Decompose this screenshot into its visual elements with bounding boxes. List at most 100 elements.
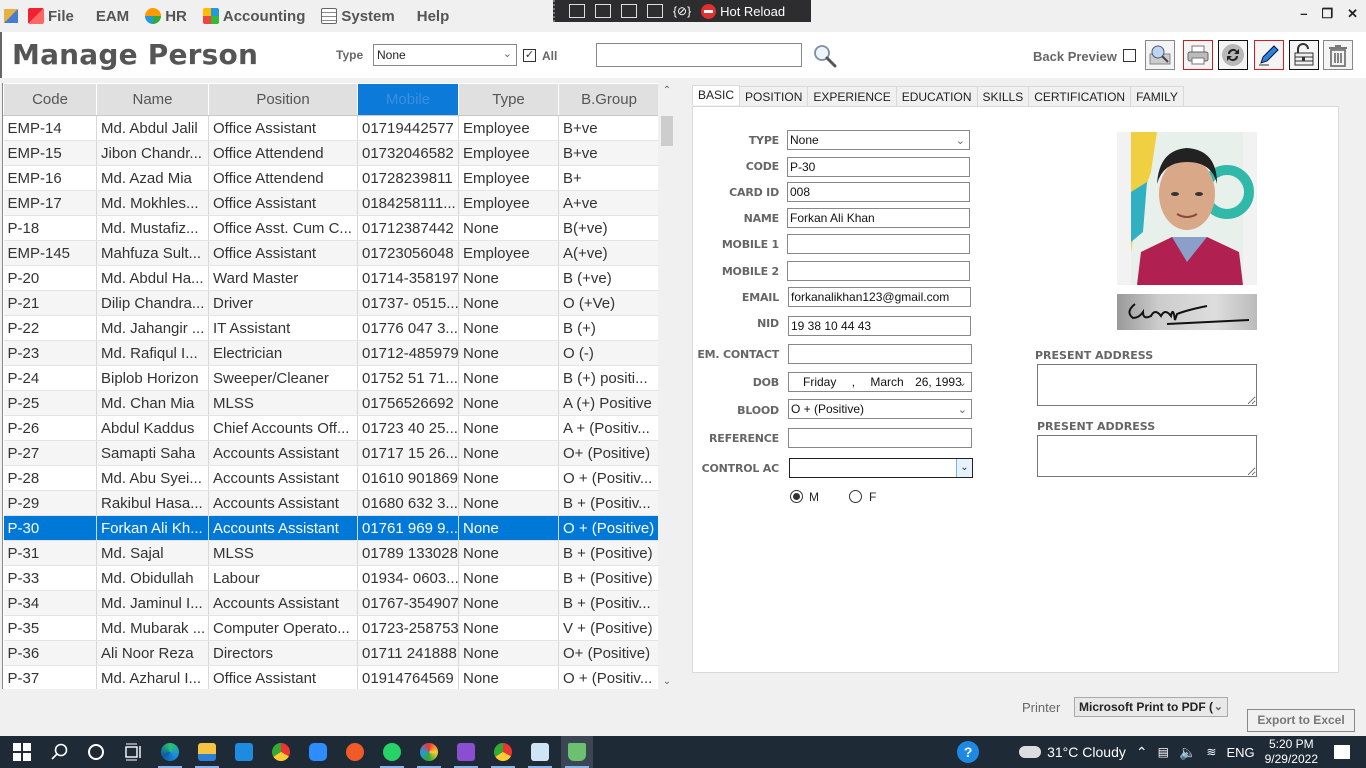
code-field[interactable]: P-30: [787, 157, 970, 177]
cell-type[interactable]: None: [458, 515, 559, 541]
taskbar-edge[interactable]: [154, 736, 186, 768]
cell-code[interactable]: P-35: [3, 615, 97, 641]
table-row[interactable]: EMP-14 Md. Abdul Jalil Office Assistant 017…: [3, 115, 658, 141]
track-focus-icon[interactable]: [647, 4, 663, 18]
cell-position[interactable]: Accounts Assistant: [208, 440, 358, 466]
card-id-field[interactable]: 008: [787, 182, 970, 202]
cell-mobile[interactable]: 01914764569: [357, 665, 459, 689]
cell-code[interactable]: P-34: [3, 590, 97, 616]
cell-bgroup[interactable]: B + (Positive): [558, 540, 658, 566]
cell-name[interactable]: Md. Abdul Jalil: [96, 115, 209, 141]
live-tree-icon[interactable]: [569, 4, 585, 18]
cell-code[interactable]: P-27: [3, 440, 97, 466]
search-icon[interactable]: [813, 44, 837, 68]
cell-type[interactable]: Employee: [458, 240, 559, 266]
dob-picker[interactable]: Friday , March 26, 1993 ⌄: [788, 372, 972, 392]
cell-mobile[interactable]: 01752 51 71...: [357, 365, 459, 391]
cell-bgroup[interactable]: A+ve: [558, 190, 658, 216]
cell-type[interactable]: Employee: [458, 165, 559, 191]
cell-bgroup[interactable]: O+ (Positive): [558, 440, 658, 466]
name-field[interactable]: Forkan Ali Khan: [787, 208, 970, 228]
control-ac-combo[interactable]: ⌄: [789, 458, 973, 478]
table-row[interactable]: P-26 Abdul Kaddus Chief Accounts Off... 017…: [3, 415, 658, 441]
signature-image[interactable]: [1117, 294, 1257, 330]
cell-code[interactable]: P-20: [3, 265, 97, 291]
table-row[interactable]: P-37 Md. Azharul I... Office Assistant 0191…: [3, 665, 658, 689]
taskbar-explorer[interactable]: [191, 736, 223, 768]
cell-mobile[interactable]: 01934- 0603...: [357, 565, 459, 591]
cell-type[interactable]: None: [458, 265, 559, 291]
cell-mobile[interactable]: 01789 133028: [357, 540, 459, 566]
cell-type[interactable]: None: [458, 215, 559, 241]
cell-mobile[interactable]: 01767-354907: [357, 590, 459, 616]
cell-position[interactable]: Office Assistant: [208, 115, 358, 141]
nid-field[interactable]: 19 38 10 44 43: [788, 316, 971, 336]
cell-bgroup[interactable]: B + (Positiv...: [558, 590, 658, 616]
table-row[interactable]: P-33 Md. Obidullah Labour 01934- 0603... Non…: [3, 565, 658, 591]
table-row[interactable]: P-28 Md. Abu Syei... Accounts Assistant 016…: [3, 465, 658, 491]
cell-bgroup[interactable]: B + (Positive): [558, 565, 658, 591]
cell-position[interactable]: Office Assistant: [208, 190, 358, 216]
cell-type[interactable]: None: [458, 315, 559, 341]
cell-type[interactable]: Employee: [458, 190, 559, 216]
cell-code[interactable]: P-25: [3, 390, 97, 416]
cell-bgroup[interactable]: O (-): [558, 340, 658, 366]
cell-code[interactable]: P-36: [3, 640, 97, 666]
cell-code[interactable]: P-31: [3, 540, 97, 566]
cell-code[interactable]: P-37: [3, 665, 97, 689]
cell-bgroup[interactable]: B+ve: [558, 140, 658, 166]
menu-file[interactable]: File: [28, 8, 74, 25]
cell-position[interactable]: MLSS: [208, 390, 358, 416]
tab-certification[interactable]: CERTIFICATION: [1028, 86, 1132, 106]
cell-position[interactable]: Office Assistant: [208, 240, 358, 266]
clock[interactable]: 5:20 PM 9/29/2022: [1265, 737, 1318, 767]
table-row[interactable]: P-30 Forkan Ali Kh... Accounts Assistant 01…: [3, 515, 658, 541]
printer-select[interactable]: Microsoft Print to PDF ( ⌄: [1074, 697, 1228, 717]
cell-name[interactable]: Md. Azharul I...: [96, 665, 209, 689]
cell-position[interactable]: Electrician: [208, 340, 358, 366]
cell-name[interactable]: Md. Sajal: [96, 540, 209, 566]
cell-name[interactable]: Md. Jaminul I...: [96, 590, 209, 616]
help-icon[interactable]: ?: [957, 741, 980, 763]
table-row[interactable]: P-35 Md. Mubarak ... Computer Operato... 01…: [3, 615, 658, 641]
cell-type[interactable]: None: [458, 665, 559, 689]
cell-type[interactable]: None: [458, 640, 559, 666]
table-row[interactable]: EMP-15 Jibon Chandr... Office Attendend 017…: [3, 140, 658, 166]
delete-button[interactable]: [1323, 40, 1353, 70]
column-header-name[interactable]: Name: [96, 83, 209, 116]
taskbar-notepad[interactable]: [524, 736, 556, 768]
layout-adorner-icon[interactable]: [621, 4, 637, 18]
column-header-position[interactable]: Position: [208, 83, 358, 116]
cell-position[interactable]: Chief Accounts Off...: [208, 415, 358, 441]
cell-position[interactable]: Accounts Assistant: [208, 515, 358, 541]
cell-code[interactable]: EMP-16: [3, 165, 97, 191]
volume-icon[interactable]: 🔈: [1179, 744, 1196, 761]
cell-name[interactable]: Md. Mokhles...: [96, 190, 209, 216]
menu-hr[interactable]: HR: [145, 8, 187, 25]
tab-skills[interactable]: SKILLS: [976, 86, 1030, 106]
cell-position[interactable]: Office Attendend: [208, 140, 358, 166]
all-checkbox[interactable]: ✓: [523, 49, 536, 62]
cell-name[interactable]: Md. Azad Mia: [96, 165, 209, 191]
table-row[interactable]: P-23 Md. Rafiqul I... Electrician 01712-485…: [3, 340, 658, 366]
cell-position[interactable]: Office Assistant: [208, 665, 358, 689]
cell-code[interactable]: EMP-14: [3, 115, 97, 141]
scroll-thumb[interactable]: [661, 116, 673, 146]
unlock-button[interactable]: [1289, 40, 1319, 70]
taskbar-chrome[interactable]: [265, 736, 297, 768]
cell-position[interactable]: Accounts Assistant: [208, 590, 358, 616]
tab-experience[interactable]: EXPERIENCE: [807, 86, 897, 106]
cell-code[interactable]: P-33: [3, 565, 97, 591]
hot-reload-button[interactable]: Hot Reload: [701, 3, 785, 19]
cell-bgroup[interactable]: A(+ve): [558, 240, 658, 266]
menu-eam[interactable]: EAM: [96, 8, 129, 25]
table-row[interactable]: P-18 Md. Mustafiz... Office Asst. Cum C...…: [3, 215, 658, 241]
cell-code[interactable]: P-22: [3, 315, 97, 341]
cell-mobile[interactable]: 01711 241888: [357, 640, 459, 666]
taskbar-app-orange[interactable]: [339, 736, 371, 768]
cell-mobile[interactable]: 01610 901869: [357, 465, 459, 491]
cell-type[interactable]: None: [458, 565, 559, 591]
cell-bgroup[interactable]: B + (Positiv...: [558, 490, 658, 516]
blood-select[interactable]: O + (Positive) ⌄: [788, 399, 972, 419]
table-row[interactable]: P-20 Md. Abdul Ha... Ward Master 01714-3581…: [3, 265, 658, 291]
